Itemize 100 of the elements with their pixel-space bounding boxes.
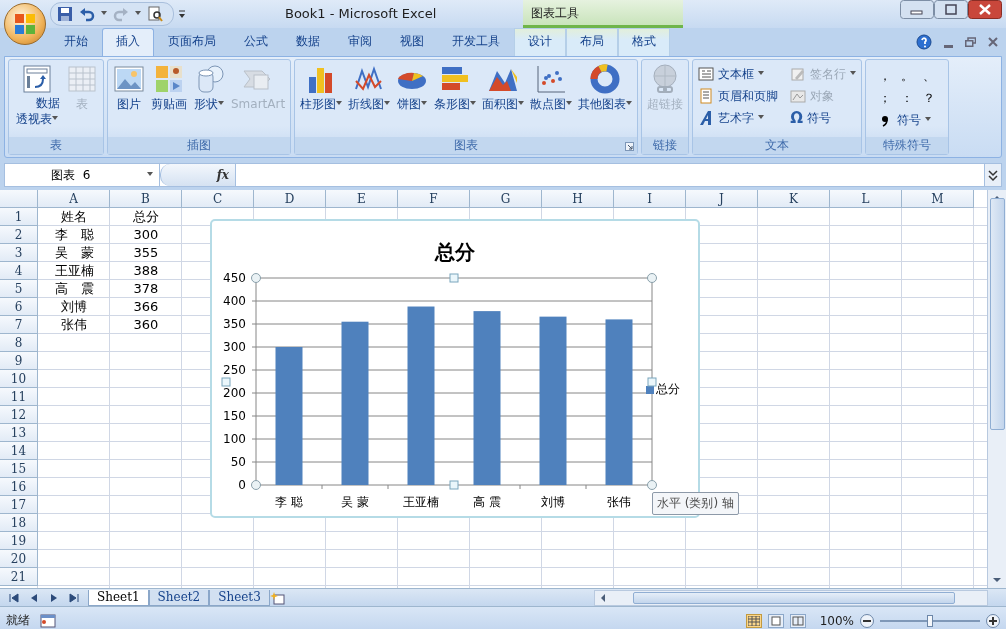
row-header[interactable]: 3 xyxy=(0,244,38,262)
row-header[interactable]: 14 xyxy=(0,442,38,460)
ribbon-tab[interactable]: 插入 xyxy=(102,28,154,56)
resize-handle[interactable] xyxy=(647,480,657,490)
row-header[interactable]: 12 xyxy=(0,406,38,424)
maximize-icon[interactable] xyxy=(934,0,968,19)
view-button[interactable] xyxy=(789,613,806,628)
column-header[interactable]: L xyxy=(830,190,902,208)
ribbon-tab[interactable]: 审阅 xyxy=(334,28,386,56)
row-header[interactable]: 1 xyxy=(0,208,38,226)
symbol-button[interactable]: 。 xyxy=(896,65,919,87)
zoom-in-button[interactable] xyxy=(986,613,1000,628)
symbol-button[interactable]: ， xyxy=(874,65,897,87)
resize-handle[interactable] xyxy=(647,377,657,387)
ribbon-button[interactable]: Ω 符号 xyxy=(787,107,860,129)
view-button[interactable] xyxy=(767,613,784,628)
row-header[interactable]: 6 xyxy=(0,298,38,316)
column-header[interactable]: A xyxy=(38,190,110,208)
ribbon-button[interactable]: 饼图 xyxy=(393,63,432,133)
ribbon-button[interactable]: 柱形图 xyxy=(297,63,346,133)
scroll-thumb[interactable] xyxy=(633,591,955,604)
sheet-tab[interactable]: Sheet1 xyxy=(88,589,149,606)
column-header[interactable]: F xyxy=(398,190,470,208)
ribbon-button[interactable]: 图片 xyxy=(110,63,148,133)
ribbon-tab[interactable]: 设计 xyxy=(514,28,566,56)
ribbon-button[interactable]: 文本框 xyxy=(695,63,782,85)
column-header[interactable]: M xyxy=(902,190,974,208)
ribbon-tab[interactable]: 公式 xyxy=(230,28,282,56)
ribbon-button[interactable]: 散点图 xyxy=(527,63,576,133)
close-icon[interactable] xyxy=(968,0,1002,19)
row-header[interactable]: 7 xyxy=(0,316,38,334)
zoom-thumb[interactable] xyxy=(927,614,933,627)
ribbon-button[interactable]: 数据透视表 xyxy=(11,63,63,133)
zoom-out-button[interactable] xyxy=(860,613,874,628)
ribbon-button[interactable]: 形状 xyxy=(190,63,228,133)
zoom-level[interactable]: 100% xyxy=(819,613,854,628)
column-header[interactable]: E xyxy=(326,190,398,208)
row-header[interactable]: 4 xyxy=(0,262,38,280)
row-header[interactable]: 21 xyxy=(0,568,38,586)
select-all-button[interactable] xyxy=(0,190,38,208)
close-icon[interactable] xyxy=(988,37,998,47)
resize-handle[interactable] xyxy=(251,480,261,490)
column-header[interactable]: B xyxy=(110,190,182,208)
ribbon-tab[interactable]: 格式 xyxy=(618,28,670,56)
symbol-button[interactable]: 符号 xyxy=(874,109,941,131)
office-button[interactable] xyxy=(4,3,46,45)
row-header[interactable]: 20 xyxy=(0,550,38,568)
ribbon-button[interactable]: 面积图 xyxy=(479,63,528,133)
row-header[interactable]: 10 xyxy=(0,370,38,388)
row-header[interactable]: 2 xyxy=(0,226,38,244)
view-button[interactable] xyxy=(745,613,762,628)
column-header[interactable]: K xyxy=(758,190,830,208)
column-header[interactable]: D xyxy=(254,190,326,208)
symbol-button[interactable]: ？ xyxy=(918,87,941,109)
sheet-tab[interactable]: Sheet3 xyxy=(209,589,270,606)
axis-label: 350 xyxy=(223,317,246,331)
ribbon-button[interactable]: 条形图 xyxy=(431,63,480,133)
ribbon-button[interactable]: 艺术字 xyxy=(695,107,782,129)
dialog-launcher-icon[interactable] xyxy=(625,142,635,151)
row-header[interactable]: 15 xyxy=(0,460,38,478)
row-header[interactable]: 13 xyxy=(0,424,38,442)
ribbon-button[interactable]: 页眉和页脚 xyxy=(695,85,782,107)
ribbon-button[interactable]: 剪贴画 xyxy=(148,63,190,133)
resize-handle[interactable] xyxy=(221,377,231,387)
ribbon-button[interactable]: 折线图 xyxy=(345,63,394,133)
resize-handle[interactable] xyxy=(647,273,657,283)
ribbon-tab[interactable]: 开发工具 xyxy=(438,28,514,56)
column-header[interactable]: C xyxy=(182,190,254,208)
ribbon-tab[interactable]: 布局 xyxy=(566,28,618,56)
name-box[interactable]: 图表 6 xyxy=(5,164,160,186)
column-header[interactable]: J xyxy=(686,190,758,208)
scroll-thumb[interactable] xyxy=(989,198,1005,430)
sheet-tab[interactable]: Sheet2 xyxy=(148,589,210,606)
resize-handle[interactable] xyxy=(449,273,459,283)
column-header[interactable]: H xyxy=(542,190,614,208)
resize-handle[interactable] xyxy=(449,480,459,490)
row-header[interactable]: 11 xyxy=(0,388,38,406)
symbol-button[interactable]: 、 xyxy=(918,65,941,87)
insert-function-button[interactable]: fx xyxy=(160,164,236,186)
ribbon-tab[interactable]: 视图 xyxy=(386,28,438,56)
ribbon-tab[interactable]: 数据 xyxy=(282,28,334,56)
save-icon xyxy=(57,6,73,22)
symbol-button[interactable]: ： xyxy=(896,87,919,109)
row-header[interactable]: 17 xyxy=(0,496,38,514)
column-header[interactable]: G xyxy=(470,190,542,208)
ribbon-tab[interactable]: 页面布局 xyxy=(154,28,230,56)
ribbon-tab[interactable]: 开始 xyxy=(50,28,102,56)
column-header[interactable]: I xyxy=(614,190,686,208)
row-header[interactable]: 8 xyxy=(0,334,38,352)
row-header[interactable]: 18 xyxy=(0,514,38,532)
row-header[interactable]: 9 xyxy=(0,352,38,370)
row-header[interactable]: 16 xyxy=(0,478,38,496)
minimize-icon[interactable] xyxy=(944,44,953,48)
symbol-button[interactable]: ； xyxy=(874,87,897,109)
minimize-icon[interactable] xyxy=(900,0,934,19)
ribbon-button[interactable]: 其他图表 xyxy=(575,63,636,133)
row-header[interactable]: 5 xyxy=(0,280,38,298)
row-header[interactable]: 19 xyxy=(0,532,38,550)
resize-handle[interactable] xyxy=(251,273,261,283)
restore-icon[interactable] xyxy=(965,37,976,47)
